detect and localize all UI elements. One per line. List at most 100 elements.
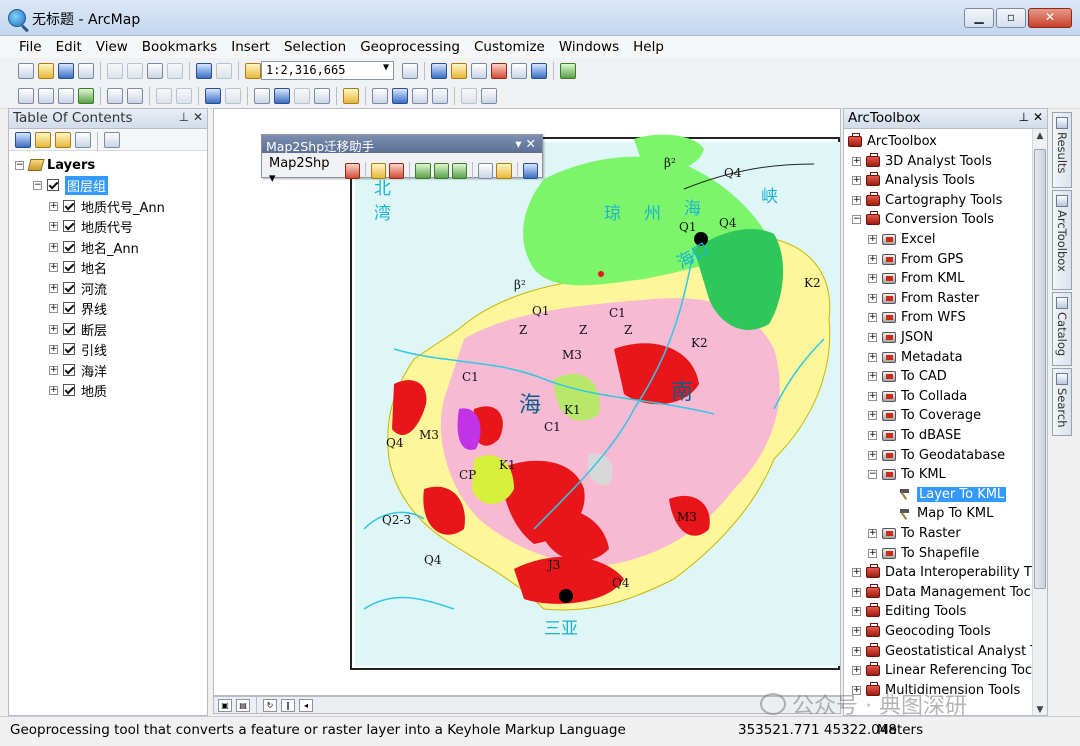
create-viewer-icon[interactable]: [461, 88, 477, 104]
layer-checkbox[interactable]: [47, 179, 59, 191]
expand-icon[interactable]: +: [49, 344, 58, 354]
expand-icon[interactable]: +: [868, 548, 877, 558]
time-slider-icon[interactable]: [432, 88, 448, 104]
copy-icon[interactable]: [127, 63, 143, 79]
expand-icon[interactable]: +: [852, 156, 861, 166]
expand-icon[interactable]: +: [49, 385, 58, 395]
arctoolbox-item[interactable]: + To Raster: [868, 523, 961, 543]
expand-icon[interactable]: +: [852, 666, 861, 676]
find-icon[interactable]: [372, 88, 388, 104]
expand-icon[interactable]: +: [868, 450, 877, 460]
data-view-button[interactable]: ▣: [218, 698, 232, 712]
arctoolbox-item[interactable]: Layer To KML: [898, 484, 1007, 504]
pin-close-icon[interactable]: ⊥ ✕: [179, 110, 203, 124]
toc-group-layer[interactable]: − 图层组: [33, 175, 109, 195]
expand-icon[interactable]: +: [868, 528, 877, 538]
map2shp-toolbar-title[interactable]: Map2Shp迁移助手 ▾ ✕: [262, 135, 542, 154]
open-folder-icon[interactable]: [38, 63, 54, 79]
toc-layer[interactable]: + 引线: [49, 339, 107, 359]
menu-geoprocessing[interactable]: Geoprocessing: [353, 39, 467, 55]
tab-catalog[interactable]: Catalog: [1052, 292, 1072, 366]
magnifier-icon[interactable]: [481, 88, 497, 104]
arctoolbox-item[interactable]: + Excel: [868, 229, 935, 249]
arctoolbox-item[interactable]: + JSON: [868, 327, 933, 347]
collapse-icon[interactable]: −: [852, 215, 861, 225]
scroll-up-icon[interactable]: ▲: [1033, 131, 1047, 141]
forward-extent-icon[interactable]: [176, 88, 192, 104]
map2shp-tool-icon[interactable]: [522, 163, 539, 179]
back-extent-icon[interactable]: [156, 88, 172, 104]
toc-layer[interactable]: + 断层: [49, 319, 107, 339]
menu-insert[interactable]: Insert: [224, 39, 277, 55]
menu-help[interactable]: Help: [626, 39, 671, 55]
expand-icon[interactable]: +: [852, 646, 861, 656]
expand-icon[interactable]: +: [852, 568, 861, 578]
arctoolbox-item[interactable]: + Cartography Tools: [852, 190, 1002, 210]
layout-view-button[interactable]: ▤: [236, 698, 250, 712]
pause-drawing-icon[interactable]: ∥: [281, 698, 295, 712]
list-by-drawing-order-icon[interactable]: [15, 132, 31, 148]
layer-checkbox[interactable]: [63, 302, 75, 314]
arctoolbox-item[interactable]: + Metadata: [868, 347, 963, 367]
toc-layer[interactable]: + 界线: [49, 298, 107, 318]
expand-icon[interactable]: +: [852, 626, 861, 636]
scroll-left-icon[interactable]: ◂: [299, 698, 313, 712]
arctoolbox-item[interactable]: + Geostatistical Analyst T: [852, 641, 1038, 661]
tab-search[interactable]: Search: [1052, 368, 1072, 436]
toc-layer[interactable]: + 地质代号: [49, 216, 133, 236]
search-window-icon[interactable]: [471, 63, 487, 79]
map2shp-tool-icon[interactable]: [344, 163, 360, 179]
go-to-xy-icon[interactable]: [412, 88, 428, 104]
expand-icon[interactable]: +: [868, 352, 877, 362]
menu-view[interactable]: View: [89, 39, 135, 55]
layer-checkbox[interactable]: [63, 384, 75, 396]
arctoolbox-item[interactable]: + To CAD: [868, 367, 947, 387]
redo-icon[interactable]: [216, 63, 232, 79]
layer-checkbox[interactable]: [63, 241, 75, 253]
identify-icon[interactable]: [274, 88, 290, 104]
toc-layer[interactable]: + 河流: [49, 278, 107, 298]
toc-layer[interactable]: + 地质: [49, 380, 107, 400]
map2shp-tool-icon[interactable]: [389, 163, 405, 179]
save-icon[interactable]: [58, 63, 74, 79]
layer-checkbox[interactable]: [63, 323, 75, 335]
expand-icon[interactable]: +: [49, 262, 58, 272]
select-elements-icon[interactable]: [254, 88, 270, 104]
map2shp-dropdown[interactable]: Map2Shp ▾: [266, 155, 342, 187]
layer-checkbox[interactable]: [63, 261, 75, 273]
print-icon[interactable]: [78, 63, 94, 79]
close-button[interactable]: ✕: [1028, 8, 1072, 28]
zoom-in-icon[interactable]: [18, 88, 34, 104]
maximize-button[interactable]: ▫: [996, 8, 1026, 28]
expand-icon[interactable]: +: [49, 201, 58, 211]
measure-icon[interactable]: [343, 88, 359, 104]
expand-icon[interactable]: +: [868, 391, 877, 401]
arctoolbox-item[interactable]: + Linear Referencing Toc: [852, 661, 1032, 681]
fixed-zoom-out-icon[interactable]: [127, 88, 143, 104]
list-by-source-icon[interactable]: [35, 132, 51, 148]
expand-icon[interactable]: +: [49, 365, 58, 375]
add-data-icon[interactable]: [245, 63, 261, 79]
select-features-icon[interactable]: [205, 88, 221, 104]
pin-close-icon[interactable]: ⊥ ✕: [1019, 110, 1043, 124]
toc-layer[interactable]: + 地质代号_Ann: [49, 196, 165, 216]
layer-checkbox[interactable]: [63, 200, 75, 212]
toc-root-layers[interactable]: − Layers: [15, 155, 95, 175]
editor-icon[interactable]: [402, 63, 418, 79]
layer-checkbox[interactable]: [63, 282, 75, 294]
collapse-icon[interactable]: −: [33, 180, 42, 190]
arctoolbox-item[interactable]: − Conversion Tools: [852, 210, 994, 230]
collapse-icon[interactable]: −: [868, 470, 877, 480]
menu-edit[interactable]: Edit: [49, 39, 89, 55]
geoprocessing-icon[interactable]: [560, 63, 576, 79]
expand-icon[interactable]: +: [49, 283, 58, 293]
toc-layer[interactable]: + 地名: [49, 257, 107, 277]
cut-icon[interactable]: [107, 63, 123, 79]
delete-icon[interactable]: [167, 63, 183, 79]
map2shp-tool-icon[interactable]: [496, 163, 512, 179]
menu-selection[interactable]: Selection: [277, 39, 353, 55]
arctoolbox-item[interactable]: + To Shapefile: [868, 543, 979, 563]
expand-icon[interactable]: +: [852, 607, 861, 617]
menu-customize[interactable]: Customize: [467, 39, 552, 55]
arctoolbox-item[interactable]: − To KML: [868, 465, 946, 485]
